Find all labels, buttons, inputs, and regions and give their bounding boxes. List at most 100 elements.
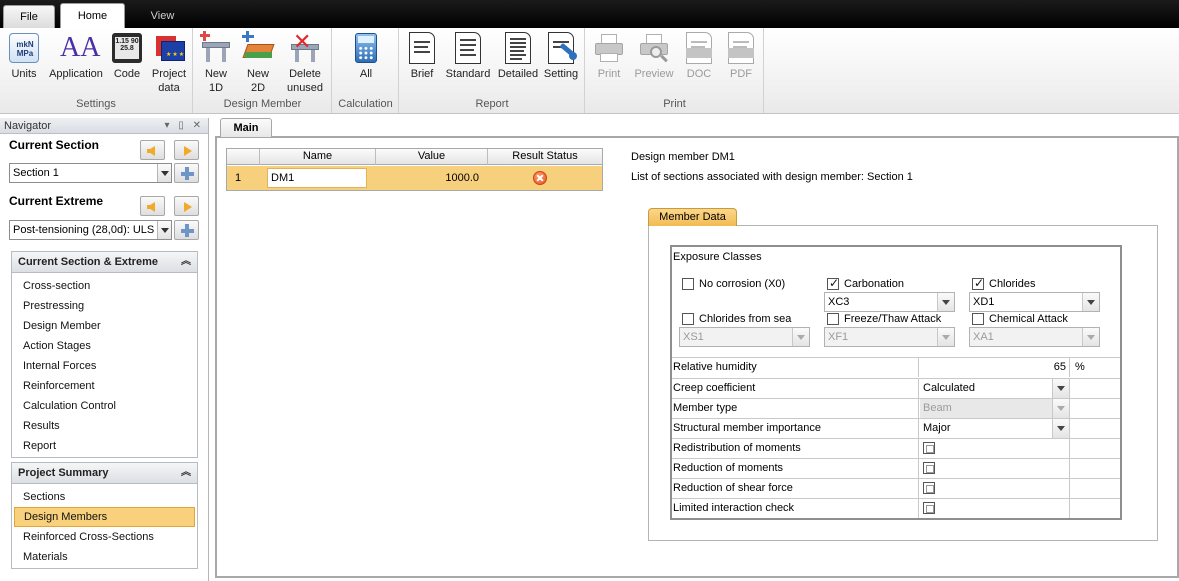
group-label-settings: Settings: [76, 98, 116, 110]
no-corrosion-checkbox[interactable]: [682, 278, 694, 290]
navigator-header: Navigator ▾ ▯ ✕: [0, 118, 208, 134]
export-doc-button[interactable]: DOC: [680, 32, 718, 81]
chevron-down-icon: [792, 328, 809, 346]
creep-coefficient-select[interactable]: Calculated: [920, 379, 1070, 398]
group-label-calculation: Calculation: [338, 98, 393, 110]
tab-member-data[interactable]: Member Data: [648, 208, 737, 226]
freeze-thaw-select[interactable]: XF1: [824, 327, 955, 347]
new-2d-button[interactable]: New 2D: [240, 31, 276, 95]
tab-home[interactable]: Home: [60, 3, 125, 29]
delete-unused-button[interactable]: ✕ Delete unused: [282, 32, 328, 95]
new-1d-button[interactable]: New 1D: [198, 31, 234, 95]
nav-item-sections[interactable]: Sections: [12, 487, 197, 507]
report-setting-button[interactable]: Setting: [542, 32, 580, 81]
chlorides-from-sea-checkbox[interactable]: [682, 313, 694, 325]
arrow-left-icon: [147, 146, 155, 156]
nav-item-prestressing[interactable]: Prestressing: [12, 296, 197, 316]
units-button[interactable]: mkN MPa Units: [6, 32, 42, 81]
nav-item-reinforced-cross-sections[interactable]: Reinforced Cross-Sections: [12, 527, 197, 547]
group-design-member: New 1D New 2D ✕ Delete unused Design Mem…: [194, 28, 332, 113]
delete-icon: ✕: [289, 32, 321, 64]
group-print: Print Preview DOC PDF Print: [586, 28, 764, 113]
previous-section-button[interactable]: [140, 140, 165, 160]
panel-project-summary-header[interactable]: Project Summary ︽: [11, 462, 198, 484]
chlorides-from-sea-select[interactable]: XS1: [679, 327, 810, 347]
nav-item-design-members[interactable]: Design Members: [14, 507, 195, 527]
member-type-label: Member type: [673, 399, 919, 418]
nav-item-calculation-control[interactable]: Calculation Control: [12, 396, 197, 416]
nav-item-results[interactable]: Results: [12, 416, 197, 436]
document-icon: [502, 32, 534, 64]
exposure-classes-title: Exposure Classes: [673, 251, 762, 263]
group-settings: mkN MPa Units AA Application 1.15 90 25.…: [0, 28, 193, 113]
carbonation-label: Carbonation: [844, 278, 904, 290]
application-button[interactable]: AA Application: [46, 32, 106, 81]
row-name-input[interactable]: DM1: [267, 168, 367, 188]
print-button[interactable]: Print: [592, 32, 626, 81]
table-header-value[interactable]: Value: [375, 149, 487, 165]
redistribution-checkbox[interactable]: [923, 442, 935, 454]
importance-select[interactable]: Major: [920, 419, 1070, 438]
chevron-down-icon: [157, 164, 171, 182]
add-extreme-button[interactable]: [174, 220, 199, 240]
relative-humidity-input[interactable]: 65: [920, 358, 1070, 377]
tab-main[interactable]: Main: [220, 118, 272, 137]
associated-sections-label: List of sections associated with design …: [631, 171, 913, 183]
add-section-button[interactable]: [174, 163, 199, 183]
navigator-title: Navigator: [4, 120, 52, 132]
chevron-down-icon: [1052, 379, 1069, 398]
nav-item-materials[interactable]: Materials: [12, 547, 197, 567]
standard-report-button[interactable]: Standard: [444, 32, 492, 81]
chevron-down-icon: [157, 221, 171, 239]
panel-current-section-extreme-header[interactable]: Current Section & Extreme ︽: [11, 251, 198, 273]
preview-button[interactable]: Preview: [632, 32, 676, 81]
table-header-name[interactable]: Name: [259, 149, 375, 165]
code-button[interactable]: 1.15 90 25.8 Code: [108, 32, 146, 81]
table-header: Name Value Result Status: [227, 149, 602, 165]
nav-item-design-member[interactable]: Design Member: [12, 316, 197, 336]
nav-item-action-stages[interactable]: Action Stages: [12, 336, 197, 356]
chlorides-select[interactable]: XD1: [969, 292, 1100, 312]
property-row-importance: Structural member importance Major: [672, 418, 1120, 438]
carbonation-checkbox[interactable]: [827, 276, 839, 290]
current-extreme-select[interactable]: Post-tensioning (28,0d): ULS: [9, 220, 172, 240]
limited-interaction-checkbox[interactable]: [923, 502, 935, 514]
brief-report-button[interactable]: Brief: [404, 32, 440, 81]
ribbon-tabbar: File Home View: [0, 0, 1179, 29]
reduction-shear-checkbox[interactable]: [923, 482, 935, 494]
navigator-window-controls[interactable]: ▾ ▯ ✕: [165, 118, 204, 134]
next-extreme-button[interactable]: [174, 196, 199, 216]
nav-item-cross-section[interactable]: Cross-section: [12, 276, 197, 296]
nav-item-report[interactable]: Report: [12, 436, 197, 456]
chemical-attack-checkbox[interactable]: [972, 313, 984, 325]
tab-view[interactable]: View: [135, 5, 190, 28]
project-data-button[interactable]: ★★★ Project data: [148, 32, 190, 95]
detailed-report-button[interactable]: Detailed: [496, 32, 540, 81]
previous-extreme-button[interactable]: [140, 196, 165, 216]
limited-interaction-label: Limited interaction check: [673, 499, 919, 518]
calculate-all-button[interactable]: All: [343, 32, 389, 81]
code-icon: 1.15 90 25.8: [111, 32, 143, 64]
nav-item-internal-forces[interactable]: Internal Forces: [12, 356, 197, 376]
error-status-icon: [533, 171, 547, 185]
member-type-select[interactable]: Beam: [920, 399, 1070, 418]
no-corrosion-label: No corrosion (X0): [699, 278, 786, 290]
chemical-attack-select[interactable]: XA1: [969, 327, 1100, 347]
arrow-left-icon: [147, 202, 155, 212]
reduction-shear-label: Reduction of shear force: [673, 479, 919, 498]
row-value: 1000.0: [445, 172, 479, 184]
chevron-down-icon: [937, 293, 954, 311]
carbonation-select[interactable]: XC3: [824, 292, 955, 312]
table-header-result-status[interactable]: Result Status: [487, 149, 602, 165]
tab-file[interactable]: File: [3, 5, 55, 28]
export-pdf-button[interactable]: PDF: [722, 32, 760, 81]
reduction-moments-checkbox[interactable]: [923, 462, 935, 474]
current-section-select[interactable]: Section 1: [9, 163, 172, 183]
next-section-button[interactable]: [174, 140, 199, 160]
freeze-thaw-checkbox[interactable]: [827, 313, 839, 325]
table-row[interactable]: 1 DM1 1000.0: [227, 166, 602, 190]
group-label-print: Print: [663, 98, 686, 110]
nav-item-reinforcement[interactable]: Reinforcement: [12, 376, 197, 396]
chlorides-label: Chlorides: [989, 278, 1036, 290]
chlorides-checkbox[interactable]: [972, 276, 984, 290]
